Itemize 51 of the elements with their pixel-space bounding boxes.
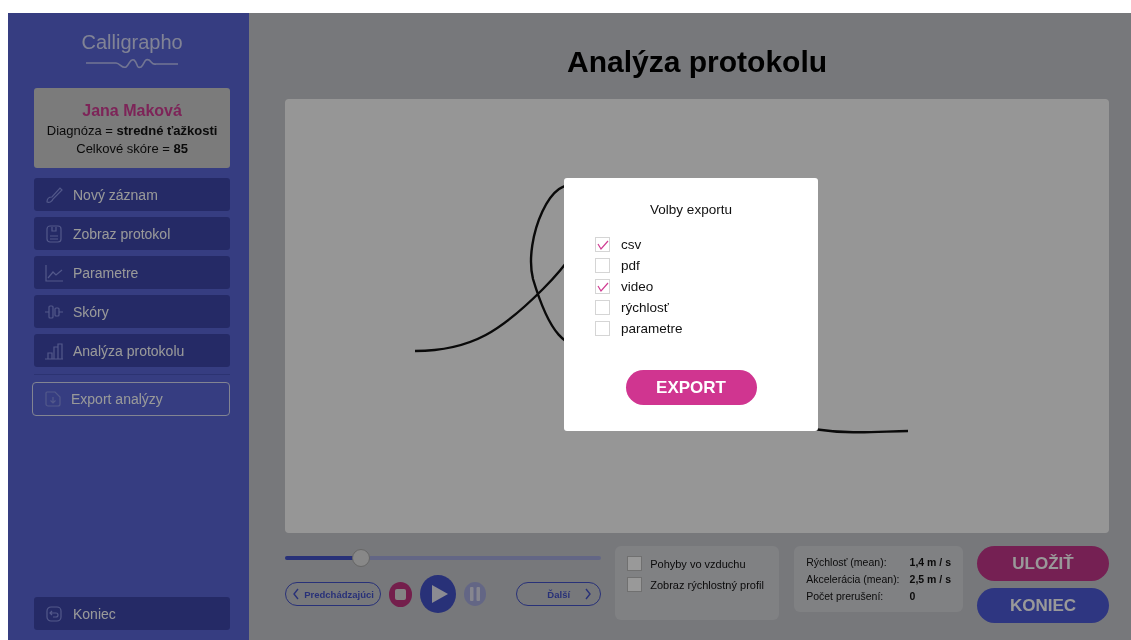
line-chart-icon [44, 262, 64, 283]
export-button[interactable]: Export analýzy [32, 382, 231, 416]
checkbox[interactable] [595, 321, 610, 336]
stat-label: Počet prerušení: [806, 590, 885, 602]
dialog-title: Volby exportu [650, 202, 732, 217]
checkbox[interactable] [595, 300, 610, 315]
return-icon [44, 603, 64, 624]
nav-item[interactable]: Zobraz protokol [34, 217, 231, 250]
chevron-left-icon [292, 588, 301, 600]
nav-item[interactable]: Parametre [34, 256, 231, 289]
checkbox[interactable] [595, 258, 610, 273]
stat-value: 1,4 m / s [909, 556, 951, 568]
play-icon [431, 584, 450, 604]
play-button[interactable] [420, 575, 456, 613]
app-logo: Calligrapho [81, 31, 183, 54]
option-label: csv [621, 237, 642, 252]
diagnosis-text: Diagnóza = stredné ťažkosti [46, 123, 218, 138]
document-icon [44, 223, 64, 244]
chevron-right-icon [584, 588, 593, 600]
wave-icon [86, 56, 179, 70]
stat-label: Rýchlosť (mean): [806, 556, 888, 568]
page-title: Analýza protokolu [566, 45, 829, 79]
nav-item[interactable]: Skóry [34, 295, 231, 328]
pause-button[interactable] [463, 582, 487, 606]
option-label: rýchlosť [621, 300, 669, 315]
stat-value: 0 [909, 590, 917, 602]
option-label: parametre [621, 321, 683, 336]
checkbox[interactable] [595, 279, 610, 294]
slider-thumb[interactable] [352, 549, 370, 567]
nav-item[interactable]: Analýza protokolu [34, 334, 231, 367]
nav-item[interactable]: Nový záznam [34, 178, 231, 211]
stop-button[interactable] [388, 581, 413, 607]
option-label: pdf [621, 258, 640, 273]
stat-label: Akcelerácia (mean): [806, 573, 900, 585]
checkbox[interactable] [627, 556, 643, 571]
end-button[interactable]: KONIEC [977, 588, 1109, 623]
checkbox[interactable] [627, 577, 643, 592]
option-label: Pohyby vo vzduchu [650, 557, 746, 570]
save-button[interactable]: ULOŽIŤ [977, 546, 1109, 581]
bar-chart-icon [44, 340, 64, 361]
score-text: Celkové skóre = 85 [76, 141, 188, 156]
pause-icon [470, 587, 481, 601]
option-label: Zobraz rýchlostný profil [650, 578, 764, 591]
file-download-icon [43, 389, 63, 409]
patient-name: Jana Maková [82, 102, 182, 120]
checkbox[interactable] [595, 237, 610, 252]
exit-button[interactable]: Koniec [34, 597, 231, 630]
option-label: video [621, 279, 654, 294]
stat-value: 2,5 m / s [909, 573, 951, 585]
progress-slider[interactable] [285, 549, 602, 567]
export-button[interactable]: EXPORT [625, 370, 757, 405]
